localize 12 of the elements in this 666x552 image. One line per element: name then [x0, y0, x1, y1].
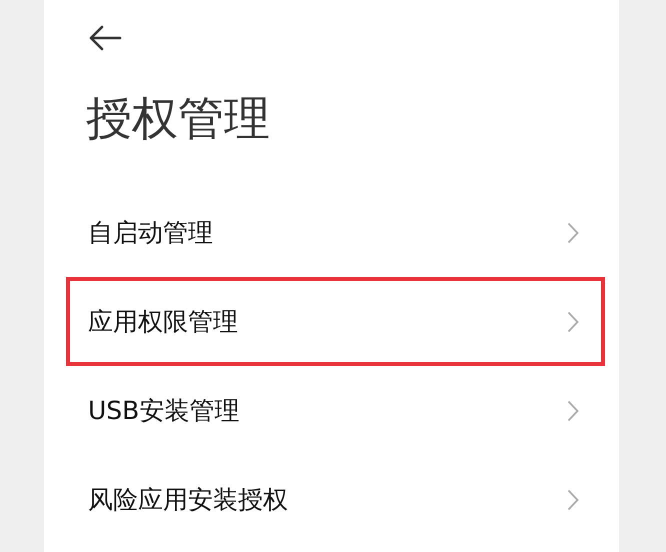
back-button[interactable]	[88, 24, 122, 52]
row-label: USB安装管理	[88, 395, 240, 427]
chevron-right-icon	[567, 488, 579, 510]
highlighted-settings-row[interactable]: 应用权限管理	[66, 277, 605, 366]
chevron-right-icon	[567, 400, 579, 422]
back-arrow-icon	[88, 24, 122, 52]
page-title: 授权管理	[86, 90, 271, 147]
row-label: 风险应用安装授权	[88, 484, 288, 516]
row-label: 应用权限管理	[88, 306, 238, 338]
chevron-right-icon	[567, 310, 579, 332]
chevron-right-icon	[567, 222, 579, 244]
row-label: 自启动管理	[88, 217, 213, 249]
